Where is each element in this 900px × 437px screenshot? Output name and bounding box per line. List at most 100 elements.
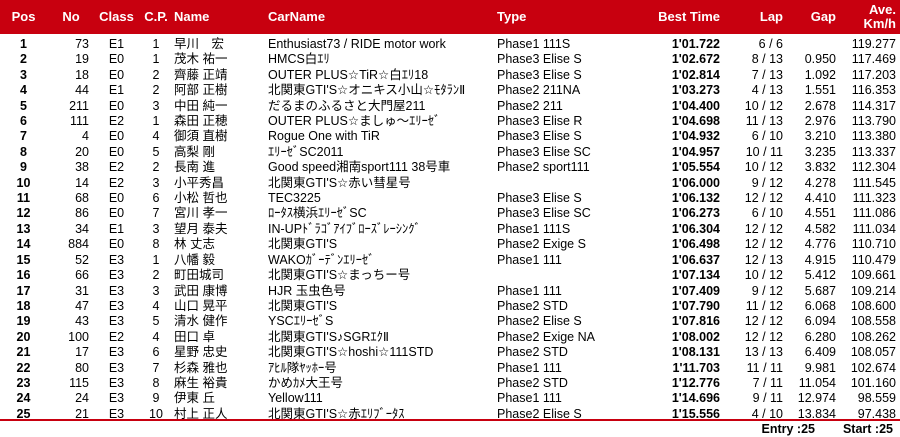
cell-driver-name: 宮川 孝一 xyxy=(174,206,228,221)
cell-gap: 5.687 xyxy=(804,283,836,298)
cell-gap: 3.210 xyxy=(804,129,836,144)
cell-ave-speed: 112.304 xyxy=(851,160,896,175)
table-row: 22 80 E3 7 杉森 雅也 ｱﾋﾙ隊ﾔｯﾎｰ号 Phase1 111 1'11.703 1… xyxy=(0,361,900,376)
header-no: No xyxy=(47,0,95,37)
cell-gap: 4.582 xyxy=(804,221,836,236)
cell-car-type: Phase1 111S xyxy=(497,37,571,51)
table-row: 17 31 E3 3 武田 康博 HJR 玉虫色号 Phase1 111 1'07.409 9 … xyxy=(0,284,900,299)
cell-pos: 1 xyxy=(20,37,27,51)
cell-gap: 9.981 xyxy=(804,360,836,375)
cell-class: E0 xyxy=(108,206,125,221)
cell-best-time: 1'14.696 xyxy=(671,391,720,406)
cell-best-time: 1'07.790 xyxy=(671,298,720,313)
cell-car-type: Phase2 Exige NA xyxy=(497,329,595,344)
cell-driver-name: 御須 直樹 xyxy=(174,129,228,144)
cell-best-time: 1'06.273 xyxy=(671,206,720,221)
cell-gap: 5.412 xyxy=(804,268,836,283)
cell-car-number: 4 xyxy=(82,129,89,144)
header-ave-label: Ave. xyxy=(869,2,896,17)
cell-car-type: Phase2 211NA xyxy=(497,83,581,98)
cell-car-number: 115 xyxy=(69,375,89,390)
cell-class-position: 1 xyxy=(152,114,160,129)
cell-car-number: 20 xyxy=(75,144,89,159)
cell-pos: 3 xyxy=(20,67,27,82)
cell-gap: 4.278 xyxy=(804,175,836,190)
cell-ave-speed: 117.203 xyxy=(851,67,896,82)
cell-ave-speed: 113.380 xyxy=(851,129,896,144)
cell-car-name: OUTER PLUS☆TiR☆白ｴﾘ18 xyxy=(268,67,429,82)
cell-driver-name: 伊東 丘 xyxy=(174,391,215,406)
cell-class-position: 4 xyxy=(152,129,160,144)
cell-class: E3 xyxy=(108,375,125,390)
cell-car-type: Phase3 Elise S xyxy=(497,191,582,206)
table-row: 4 44 E1 2 阿部 正樹 北関東GTI'S☆オニキス小山☆ﾓﾀﾗﾝⅡ Phase2 2… xyxy=(0,83,900,98)
cell-class: E0 xyxy=(108,144,125,159)
cell-pos: 4 xyxy=(20,83,27,98)
cell-best-time: 1'05.554 xyxy=(671,160,720,175)
cell-lap: 6 / 10 xyxy=(751,206,783,221)
cell-gap: 4.915 xyxy=(804,252,836,267)
cell-pos: 8 xyxy=(20,144,27,159)
cell-class-position: 4 xyxy=(152,298,160,313)
table-row: 11 68 E0 6 小松 哲也 TEC3225 Phase3 Elise S 1'06.13… xyxy=(0,191,900,206)
table-row: 5 211 E0 3 中田 純一 だるまのふるさと大門屋211 Phase2 211 1'04… xyxy=(0,99,900,114)
cell-class: E3 xyxy=(108,391,125,406)
cell-class: E0 xyxy=(108,98,125,113)
cell-car-type: Phase3 Elise S xyxy=(497,52,582,67)
table-row: 2 19 E0 1 茂木 祐一 HMCS白ｴﾘ Phase3 Elise S 1'02.672… xyxy=(0,52,900,67)
cell-class: E2 xyxy=(108,329,125,344)
header-class: Class xyxy=(95,0,138,37)
cell-class-position: 1 xyxy=(152,52,160,67)
cell-lap: 6 / 10 xyxy=(751,129,783,144)
table-row: 24 24 E3 9 伊東 丘 Yellow111 Phase1 111 1'14.696 9 … xyxy=(0,391,900,406)
cell-lap: 11 / 12 xyxy=(745,298,783,313)
cell-car-type: Phase2 STD xyxy=(497,345,568,360)
cell-car-name: だるまのふるさと大門屋211 xyxy=(268,98,426,113)
cell-driver-name: 阿部 正樹 xyxy=(174,83,228,98)
cell-ave-speed: 111.086 xyxy=(852,206,896,221)
cell-driver-name: 望月 泰夫 xyxy=(174,221,228,236)
cell-car-type: Phase1 111 xyxy=(497,252,562,267)
cell-car-type: Phase3 Elise SC xyxy=(497,144,591,159)
cell-class: E0 xyxy=(108,129,125,144)
cell-pos: 10 xyxy=(16,175,31,190)
cell-car-type: Phase2 STD xyxy=(497,298,568,313)
cell-car-name: ｴﾘｰｾﾞSC2011 xyxy=(268,144,344,159)
cell-class: E3 xyxy=(108,298,125,313)
header-cp: C.P. xyxy=(138,0,174,37)
cell-pos: 9 xyxy=(20,160,27,175)
cell-car-name: 北関東GTI'S☆赤い彗星号 xyxy=(268,175,411,190)
header-ave-speed: Ave. Km/h xyxy=(840,0,900,37)
cell-class: E3 xyxy=(108,360,125,375)
cell-best-time: 1'01.722 xyxy=(671,37,720,51)
cell-pos: 18 xyxy=(16,298,31,313)
cell-car-name: かめｶﾒ大王号 xyxy=(268,375,344,390)
cell-class: E3 xyxy=(108,268,125,283)
cell-class-position: 3 xyxy=(152,283,160,298)
cell-best-time: 1'03.273 xyxy=(671,83,720,98)
cell-lap: 12 / 12 xyxy=(744,237,783,252)
cell-gap: 6.280 xyxy=(804,329,836,344)
table-row: 16 66 E3 2 町田城司 北関東GTI'S☆まっちー号 1'07.134 10 / 12… xyxy=(0,268,900,283)
cell-car-number: 19 xyxy=(75,52,89,67)
cell-class-position: 3 xyxy=(152,98,160,113)
cell-lap: 11 / 13 xyxy=(745,114,783,129)
cell-car-number: 44 xyxy=(75,83,89,98)
cell-car-number: 66 xyxy=(75,268,89,283)
cell-lap: 7 / 11 xyxy=(752,375,783,390)
cell-lap: 8 / 13 xyxy=(751,52,783,67)
cell-class-position: 8 xyxy=(152,375,160,390)
cell-class: E0 xyxy=(108,191,125,206)
footer: Entry :25 Start :25 xyxy=(0,419,900,437)
cell-driver-name: 田口 卓 xyxy=(174,329,215,344)
cell-car-name: OUTER PLUS☆ましゅ～ｴﾘｰｾﾞ xyxy=(268,114,441,129)
cell-car-number: 80 xyxy=(75,360,89,375)
cell-class-position: 2 xyxy=(152,160,160,175)
cell-lap: 10 / 12 xyxy=(744,268,783,283)
cell-ave-speed: 109.661 xyxy=(850,268,896,283)
cell-ave-speed: 119.277 xyxy=(851,37,896,51)
cell-lap: 13 / 13 xyxy=(744,345,783,360)
cell-car-name: ﾛｰﾀｽ横浜ｴﾘｰｾﾞSC xyxy=(268,206,367,221)
table-row: 23 115 E3 8 麻生 裕貴 かめｶﾒ大王号 Phase2 STD 1'12.776 7 … xyxy=(0,376,900,391)
cell-best-time: 1'04.400 xyxy=(671,98,720,113)
